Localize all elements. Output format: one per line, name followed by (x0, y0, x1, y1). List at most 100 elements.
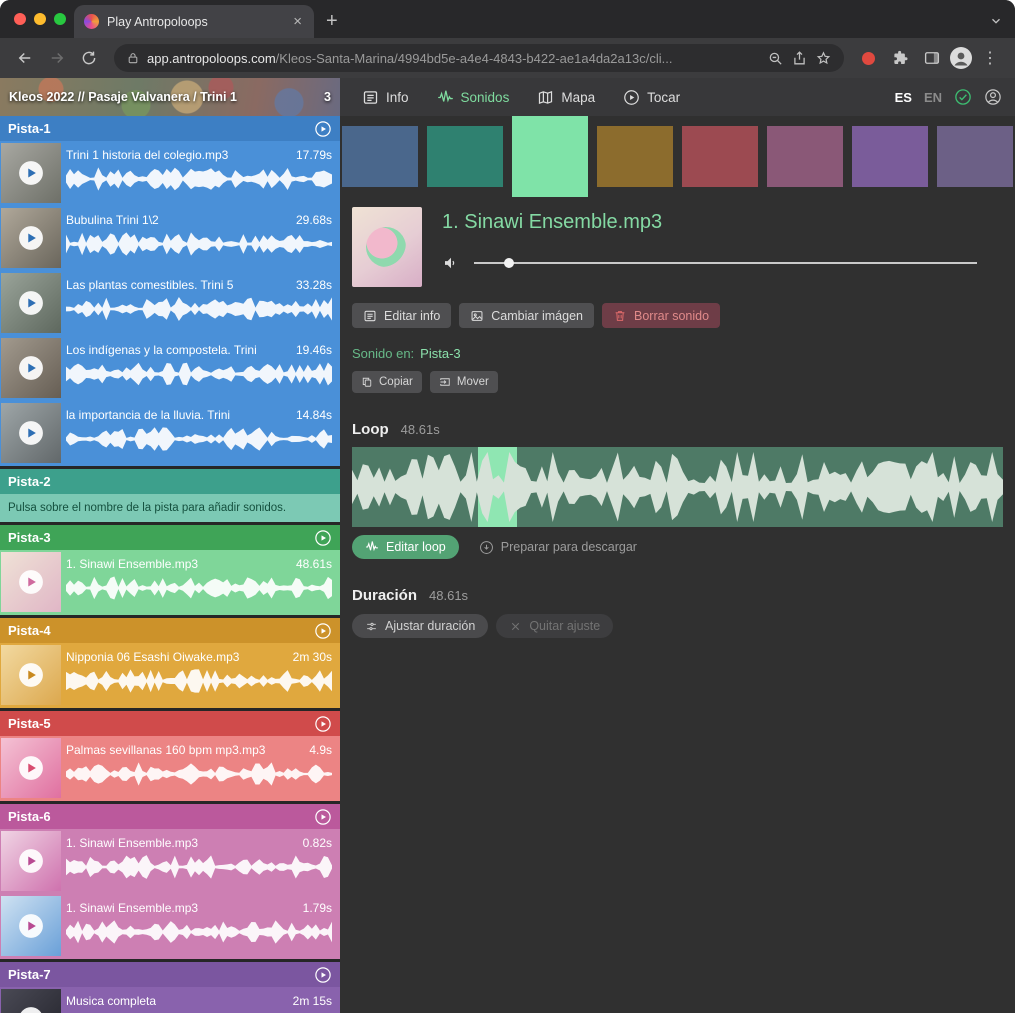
track-header[interactable]: Pista-4 (0, 618, 340, 643)
nav-tab-info[interactable]: Info (362, 89, 409, 106)
sound-item[interactable]: Las plantas comestibles. Trini 533.28s (0, 271, 340, 336)
browser-tab[interactable]: Play Antropoloops × (74, 5, 314, 38)
color-swatch-4[interactable] (597, 126, 673, 187)
sound-in-track-link[interactable]: Pista-3 (420, 346, 460, 361)
volume-thumb[interactable] (504, 258, 514, 268)
thumbnail-play-icon[interactable] (18, 225, 44, 251)
track-play-button[interactable] (314, 622, 332, 640)
track-play-button[interactable] (314, 808, 332, 826)
color-swatch-6[interactable] (767, 126, 843, 187)
sound-title: Nipponia 06 Esashi Oiwake.mp3 (66, 650, 239, 664)
back-icon[interactable] (10, 43, 40, 73)
track-play-button[interactable] (314, 120, 332, 138)
sound-item[interactable]: Trini 1 historia del colegio.mp317.79s (0, 141, 340, 206)
thumbnail-play-icon[interactable] (18, 355, 44, 381)
change-image-button[interactable]: Cambiar imágen (459, 303, 594, 328)
breadcrumb[interactable]: Kleos 2022 // Pasaje Valvanera / Trini 1… (0, 78, 340, 116)
sound-thumbnail[interactable] (1, 738, 61, 798)
color-swatch-1[interactable] (342, 126, 418, 187)
color-swatch-2[interactable] (427, 126, 503, 187)
recording-indicator-icon[interactable] (862, 52, 875, 65)
color-swatch-5[interactable] (682, 126, 758, 187)
track-header[interactable]: Pista-6 (0, 804, 340, 829)
url-text[interactable]: app.antropoloops.com/Kleos-Santa-Marina/… (147, 51, 760, 66)
edit-info-button[interactable]: Editar info (352, 303, 451, 328)
fullscreen-window-button[interactable] (54, 13, 66, 25)
sound-thumbnail[interactable] (1, 338, 61, 398)
track-header[interactable]: Pista-2 (0, 469, 340, 494)
thumbnail-play-icon[interactable] (18, 420, 44, 446)
thumbnail-play-icon[interactable] (18, 1006, 44, 1013)
sound-thumbnail[interactable] (1, 208, 61, 268)
track-header[interactable]: Pista-7 (0, 962, 340, 987)
volume-slider[interactable] (474, 257, 977, 269)
sound-in-row: Sonido en: Pista-3 (352, 346, 1003, 361)
track-header[interactable]: Pista-1 (0, 116, 340, 141)
track-header[interactable]: Pista-3 (0, 525, 340, 550)
sound-thumbnail[interactable] (1, 552, 61, 612)
account-icon[interactable] (984, 88, 1002, 106)
sound-thumbnail[interactable] (1, 831, 61, 891)
extensions-puzzle-icon[interactable] (885, 43, 915, 73)
track-play-button[interactable] (314, 529, 332, 547)
sound-item[interactable]: 1. Sinawi Ensemble.mp31.79s (0, 894, 340, 959)
track-empty-message[interactable]: Pulsa sobre el nombre de la pista para a… (0, 494, 340, 522)
nav-tab-tocar[interactable]: Tocar (623, 89, 680, 106)
thumbnail-play-icon[interactable] (18, 290, 44, 316)
minimize-window-button[interactable] (34, 13, 46, 25)
color-swatch-7[interactable] (852, 126, 928, 187)
loop-waveform-panel[interactable] (352, 447, 1003, 527)
prepare-download-button[interactable]: Preparar para descargar (473, 539, 643, 556)
nav-tab-mapa[interactable]: Mapa (537, 89, 595, 106)
address-bar[interactable]: app.antropoloops.com/Kleos-Santa-Marina/… (114, 44, 844, 72)
sound-thumbnail[interactable] (1, 403, 61, 463)
new-tab-button[interactable]: + (326, 11, 338, 31)
side-panel-icon[interactable] (917, 43, 947, 73)
reload-icon[interactable] (74, 43, 104, 73)
share-icon[interactable] (791, 50, 808, 67)
thumbnail-play-icon[interactable] (18, 160, 44, 186)
bookmark-star-icon[interactable] (815, 50, 832, 67)
sound-item[interactable]: Los indígenas y la compostela. Trini19.4… (0, 336, 340, 401)
language-es[interactable]: ES (895, 90, 912, 105)
thumbnail-play-icon[interactable] (18, 913, 44, 939)
sound-item[interactable]: Nipponia 06 Esashi Oiwake.mp32m 30s (0, 643, 340, 708)
sound-item[interactable]: Palmas sevillanas 160 bpm mp3.mp34.9s (0, 736, 340, 801)
track-play-button[interactable] (314, 715, 332, 733)
language-en[interactable]: EN (924, 90, 942, 105)
thumbnail-play-icon[interactable] (18, 569, 44, 595)
sound-thumbnail[interactable] (1, 143, 61, 203)
move-button[interactable]: Mover (430, 371, 498, 393)
menu-dots-icon[interactable]: ⋮ (975, 43, 1005, 73)
track-play-button[interactable] (314, 966, 332, 984)
close-window-button[interactable] (14, 13, 26, 25)
sound-item[interactable]: 1. Sinawi Ensemble.mp348.61s (0, 550, 340, 615)
thumbnail-play-icon[interactable] (18, 662, 44, 688)
delete-sound-button[interactable]: Borrar sonido (602, 303, 720, 328)
tab-search-chevron-icon[interactable] (989, 14, 1003, 28)
sound-thumbnail[interactable] (1, 273, 61, 333)
sound-detail-panel: 1. Sinawi Ensemble.mp3 (340, 197, 1015, 638)
sound-thumbnail[interactable] (1, 989, 61, 1013)
zoom-icon[interactable] (767, 50, 784, 67)
profile-avatar[interactable] (949, 46, 973, 70)
sound-thumbnail[interactable] (1, 645, 61, 705)
remove-adjust-button[interactable]: Quitar ajuste (496, 614, 613, 638)
sound-item[interactable]: Musica completa2m 15s (0, 987, 340, 1013)
thumbnail-play-icon[interactable] (18, 755, 44, 781)
adjust-duration-button[interactable]: Ajustar duración (352, 614, 488, 638)
color-swatch-3-selected[interactable] (512, 116, 588, 197)
sound-thumbnail[interactable] (1, 896, 61, 956)
copy-button[interactable]: Copiar (352, 371, 422, 393)
sound-item[interactable]: la importancia de la lluvia. Trini14.84s (0, 401, 340, 466)
edit-loop-button[interactable]: Editar loop (352, 535, 459, 559)
color-swatch-8[interactable] (937, 126, 1013, 187)
sound-image[interactable] (352, 207, 422, 287)
tab-close-icon[interactable]: × (291, 14, 304, 29)
track-header[interactable]: Pista-5 (0, 711, 340, 736)
thumbnail-play-icon[interactable] (18, 848, 44, 874)
forward-icon[interactable] (42, 43, 72, 73)
nav-tab-sonidos[interactable]: Sonidos (437, 89, 510, 106)
sound-item[interactable]: Bubulina Trini 1\229.68s (0, 206, 340, 271)
sound-item[interactable]: 1. Sinawi Ensemble.mp30.82s (0, 829, 340, 894)
